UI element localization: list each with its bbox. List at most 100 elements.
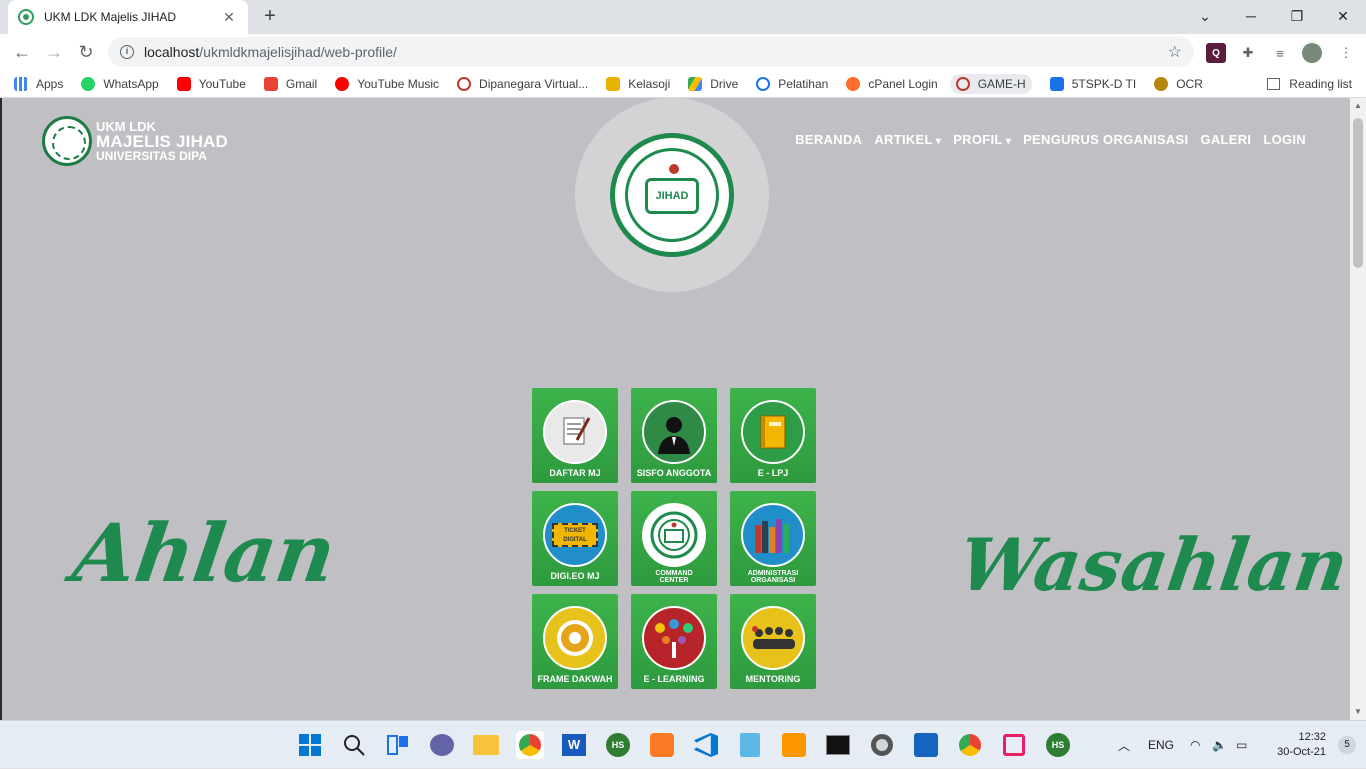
start-icon[interactable]: [296, 731, 324, 759]
language-indicator[interactable]: ENG: [1148, 721, 1174, 769]
bookmark-item[interactable]: Kelasoji: [606, 76, 670, 91]
url-host: localhost: [144, 44, 200, 60]
tile-command-center[interactable]: COMMAND CENTER: [631, 491, 717, 586]
file-explorer-icon[interactable]: [472, 731, 500, 759]
tile-daftar-mj[interactable]: DAFTAR MJ: [532, 388, 618, 483]
tile-e-lpj[interactable]: E - LPJ: [730, 388, 816, 483]
snipping-tool-icon[interactable]: [1000, 731, 1028, 759]
system-clock[interactable]: 12:32 30-Oct-21: [1277, 730, 1326, 760]
reload-button[interactable]: ↻: [72, 38, 100, 66]
bookmark-item[interactable]: YouTube Music: [335, 76, 439, 91]
tile-mentoring[interactable]: MENTORING: [730, 594, 816, 689]
camera-aperture-icon: [543, 606, 607, 670]
nav-profil[interactable]: PROFIL: [953, 132, 1011, 147]
bookmark-item[interactable]: Apps: [14, 76, 63, 91]
5tspk-icon: [1049, 76, 1064, 91]
web-page: UKM LDK MAJELIS JIHAD UNIVERSITAS DIPA B…: [0, 98, 1350, 720]
scrollbar-thumb[interactable]: [1353, 118, 1363, 268]
reading-list-icon: [1267, 78, 1281, 90]
xampp-icon[interactable]: [648, 731, 676, 759]
scroll-up-arrow-icon[interactable]: ▲: [1350, 98, 1366, 114]
brand-line-2: MAJELIS JIHAD: [96, 132, 229, 151]
hero-emblem-circle: JIHAD: [575, 98, 769, 292]
search-icon[interactable]: [340, 731, 368, 759]
binders-icon: [741, 503, 805, 567]
wifi-icon[interactable]: ◠: [1190, 721, 1200, 769]
bookmark-star-icon[interactable]: ☆: [1168, 42, 1182, 62]
tile-label: FRAME DAKWAH: [537, 674, 613, 684]
chat-icon[interactable]: [428, 731, 456, 759]
nav-beranda[interactable]: BERANDA: [795, 132, 862, 147]
chrome-icon[interactable]: [956, 731, 984, 759]
media-control-icon[interactable]: ≡: [1270, 43, 1290, 63]
cpanel-icon: [846, 76, 861, 91]
site-brand[interactable]: UKM LDK MAJELIS JIHAD UNIVERSITAS DIPA: [42, 116, 228, 166]
vscode-icon[interactable]: [692, 731, 720, 759]
reading-list-button[interactable]: Reading list: [1267, 77, 1352, 91]
word-icon[interactable]: W: [560, 731, 588, 759]
nav-login[interactable]: LOGIN: [1263, 132, 1306, 147]
bookmark-item[interactable]: Pelatihan: [756, 76, 828, 91]
tile-digi-eo-mj[interactable]: TICKET DIGITAL DIGI.EO MJ: [532, 491, 618, 586]
scroll-down-arrow-icon[interactable]: ▼: [1350, 704, 1366, 720]
ticket-icon: TICKET DIGITAL: [543, 503, 607, 567]
tile-frame-dakwah[interactable]: FRAME DAKWAH: [532, 594, 618, 689]
tile-administrasi-organisasi[interactable]: ADMINISTRASI ORGANISASI: [730, 491, 816, 586]
browser-toolbar: ← → ↻ i localhost/ukmldkmajelisjihad/web…: [0, 34, 1366, 70]
notepad-icon[interactable]: [736, 731, 764, 759]
nav-pengurus-organisasi[interactable]: PENGURUS ORGANISASI: [1023, 132, 1188, 147]
notification-badge[interactable]: 5: [1338, 736, 1356, 754]
battery-icon[interactable]: ▭: [1236, 721, 1247, 769]
site-info-icon[interactable]: i: [120, 45, 134, 59]
address-bar[interactable]: i localhost/ukmldkmajelisjihad/web-profi…: [108, 37, 1194, 67]
bookmark-item[interactable]: Dipanegara Virtual...: [457, 76, 588, 91]
gmail-icon: [263, 76, 278, 91]
nav-artikel[interactable]: ARTIKEL: [874, 132, 941, 147]
bookmark-item[interactable]: WhatsApp: [81, 76, 159, 91]
url-path: /ukmldkmajelisjihad/web-profile/: [199, 44, 397, 60]
settings-icon[interactable]: [868, 731, 896, 759]
tab-title: UKM LDK Majelis JIHAD: [44, 10, 177, 24]
url-text[interactable]: localhost/ukmldkmajelisjihad/web-profile…: [144, 44, 1168, 60]
sublime-icon[interactable]: [780, 731, 808, 759]
forward-button[interactable]: →: [40, 38, 68, 66]
bookmark-item[interactable]: GAME-H: [949, 73, 1032, 94]
hs-icon[interactable]: HS: [604, 731, 632, 759]
new-tab-button[interactable]: +: [258, 5, 282, 29]
main-nav: BERANDA ARTIKEL PROFIL PENGURUS ORGANISA…: [795, 132, 1306, 147]
extensions-puzzle-icon[interactable]: ✚: [1238, 43, 1258, 63]
bookmark-item[interactable]: YouTube: [176, 76, 246, 91]
menu-tiles: DAFTAR MJ SISFO ANGGOTA E - LPJ TICKET D…: [532, 388, 816, 689]
restore-button[interactable]: ❐: [1274, 0, 1320, 32]
terminal-icon[interactable]: [824, 731, 852, 759]
bookmark-item[interactable]: 5TSPK-D TI: [1049, 76, 1136, 91]
hs-icon[interactable]: HS: [1044, 731, 1072, 759]
minimize-button[interactable]: ─: [1228, 0, 1274, 32]
chrome-menu-icon[interactable]: ⋮: [1336, 43, 1356, 63]
learning-tree-icon: [642, 606, 706, 670]
qr-extension-icon[interactable]: Q: [1206, 43, 1226, 63]
volume-icon[interactable]: 🔈: [1212, 721, 1227, 769]
page-scrollbar[interactable]: ▲ ▼: [1350, 98, 1366, 720]
tile-sisfo-anggota[interactable]: SISFO ANGGOTA: [631, 388, 717, 483]
pelatihan-icon: [756, 76, 771, 91]
bookmark-item[interactable]: Drive: [688, 76, 738, 91]
nav-galeri[interactable]: GALERI: [1200, 132, 1251, 147]
bookmarks-bar: Apps WhatsApp YouTube Gmail YouTube Musi…: [0, 70, 1366, 98]
tile-e-learning[interactable]: E - LEARNING: [631, 594, 717, 689]
close-tab-icon[interactable]: ✕: [220, 9, 238, 26]
task-view-icon[interactable]: [384, 731, 412, 759]
media-player-icon[interactable]: [912, 731, 940, 759]
youtube-icon: [176, 76, 191, 91]
bookmark-item[interactable]: OCR: [1154, 76, 1203, 91]
bookmark-item[interactable]: Gmail: [263, 76, 317, 91]
back-button[interactable]: ←: [8, 38, 36, 66]
close-window-button[interactable]: ✕: [1320, 0, 1366, 32]
show-hidden-icons-chevron-icon[interactable]: ︿: [1118, 721, 1130, 769]
bookmark-item[interactable]: cPanel Login: [846, 76, 938, 91]
tab-search-chevron-icon[interactable]: ⌄: [1182, 0, 1228, 32]
chrome-icon[interactable]: [516, 731, 544, 759]
tile-label: E - LPJ: [757, 468, 789, 478]
browser-tab[interactable]: UKM LDK Majelis JIHAD ✕: [8, 0, 248, 34]
profile-avatar[interactable]: [1302, 43, 1322, 63]
